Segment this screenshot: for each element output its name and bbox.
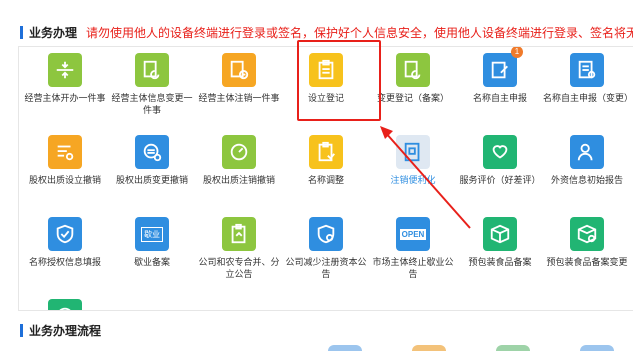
- highlight-box: [297, 40, 381, 121]
- service-tile-label: 经营主体注销一件事: [198, 93, 280, 103]
- service-tile-label: 股权出质注销撤销: [202, 175, 275, 185]
- open-sign-icon: OPEN: [396, 217, 430, 251]
- service-tile[interactable]: 股权出质变更撤销: [106, 135, 198, 186]
- service-tile-label: 股权出质变更撤销: [115, 175, 188, 185]
- process-icon-stub: [580, 345, 614, 351]
- service-tile[interactable]: 外资信息初始报告: [541, 135, 633, 186]
- doc-merge-icon: [222, 217, 256, 251]
- service-tile-label: 市场主体终止歇业公告: [372, 257, 454, 279]
- service-tile-label: 歇业备案: [133, 257, 170, 267]
- service-tile[interactable]: 股权出质注销撤销: [193, 135, 285, 186]
- shield-check-icon: [48, 217, 82, 251]
- service-tile[interactable]: 经营主体注销一件事: [193, 53, 285, 104]
- doc-edit-icon: 1: [483, 47, 523, 87]
- service-tile-label: 名称调整: [307, 175, 344, 185]
- service-tile-label: 经营主体信息变更一件事: [111, 93, 193, 115]
- clipboard-adjust-icon: [309, 135, 343, 169]
- service-tile-label: 名称自主申报: [472, 93, 527, 103]
- service-tile-label: 预包装食品备案: [468, 257, 532, 267]
- section-title-process: 业务办理流程: [20, 322, 101, 338]
- closed-sign-text: 歇业: [141, 226, 163, 242]
- doc-refresh-icon: [396, 53, 430, 87]
- section-title-business: 业务办理: [20, 24, 77, 40]
- compress-icon: [48, 53, 82, 87]
- security-notice: 请勿使用他人的设备终端进行登录或签名，保护好个人信息安全，使用他人设备终端进行登…: [86, 26, 633, 40]
- service-tile-label: 经营主体开办一件事: [24, 93, 106, 103]
- process-icon-stub: [412, 345, 446, 351]
- service-tile[interactable]: OPEN 市场主体终止歇业公告: [367, 217, 459, 280]
- list-coin-icon: [48, 135, 82, 169]
- heart-hand-icon: [483, 135, 517, 169]
- service-tile-label: 名称自主申报（变更）: [543, 93, 633, 103]
- shield-minus-icon: [309, 217, 343, 251]
- service-tile[interactable]: 经营主体信息变更一件事: [106, 53, 198, 116]
- service-tile[interactable]: 名称自主申报（变更）: [541, 53, 633, 104]
- person-report-icon: [570, 135, 604, 169]
- service-tile[interactable]: 名称调整: [280, 135, 372, 186]
- service-tile[interactable]: 注销便利化: [367, 135, 459, 186]
- process-icon-stub: [496, 345, 530, 351]
- service-tile-label: 公司和农专合并、分立公告: [198, 257, 280, 279]
- section-title-text: 业务办理: [29, 25, 78, 40]
- service-tile-label: 股权出质设立撤销: [28, 175, 101, 185]
- service-tile-label: 外资信息初始报告: [550, 175, 623, 185]
- service-tile[interactable]: 公司减少注册资本公告: [280, 217, 372, 280]
- gauge-icon: [222, 135, 256, 169]
- service-tile-label: 公司减少注册资本公告: [285, 257, 367, 279]
- notification-badge: 1: [511, 47, 523, 58]
- title-accent-bar: [20, 25, 23, 39]
- service-tile[interactable]: 股权出质设立撤销: [19, 135, 111, 186]
- section-title-text: 业务办理流程: [29, 323, 102, 338]
- doc-cancel-icon: [222, 53, 256, 87]
- box-refresh-icon: [570, 217, 604, 251]
- service-tile-label: 服务评价（好差评）: [459, 175, 541, 185]
- service-tile[interactable]: 名称授权信息填报: [19, 217, 111, 268]
- title-accent-bar: [20, 323, 23, 337]
- service-tile-label: 名称授权信息填报: [28, 257, 101, 267]
- service-tile[interactable]: 1 名称自主申报: [454, 47, 546, 104]
- coin-change-icon: [135, 135, 169, 169]
- box-icon: [483, 217, 517, 251]
- service-tile[interactable]: 预包装食品备案: [454, 217, 546, 268]
- open-sign-text: OPEN: [399, 228, 427, 240]
- service-tile[interactable]: [19, 299, 111, 310]
- clock-icon: [48, 299, 82, 310]
- process-icon-stub: [328, 345, 362, 351]
- service-tile-label: 预包装食品备案变更: [546, 257, 628, 267]
- doc-change-icon: [570, 53, 604, 87]
- service-tile-label: 注销便利化: [390, 175, 436, 185]
- service-tile[interactable]: 公司和农专合并、分立公告: [193, 217, 285, 280]
- service-tile[interactable]: 预包装食品备案变更: [541, 217, 633, 268]
- shop-closed-icon: 歇业: [135, 217, 169, 251]
- service-tile[interactable]: 服务评价（好差评）: [454, 135, 546, 186]
- service-tile[interactable]: 歇业 歇业备案: [106, 217, 198, 268]
- doc-refresh-icon: [135, 53, 169, 87]
- service-tile[interactable]: 经营主体开办一件事: [19, 53, 111, 104]
- doc-stamp-icon: [396, 135, 430, 169]
